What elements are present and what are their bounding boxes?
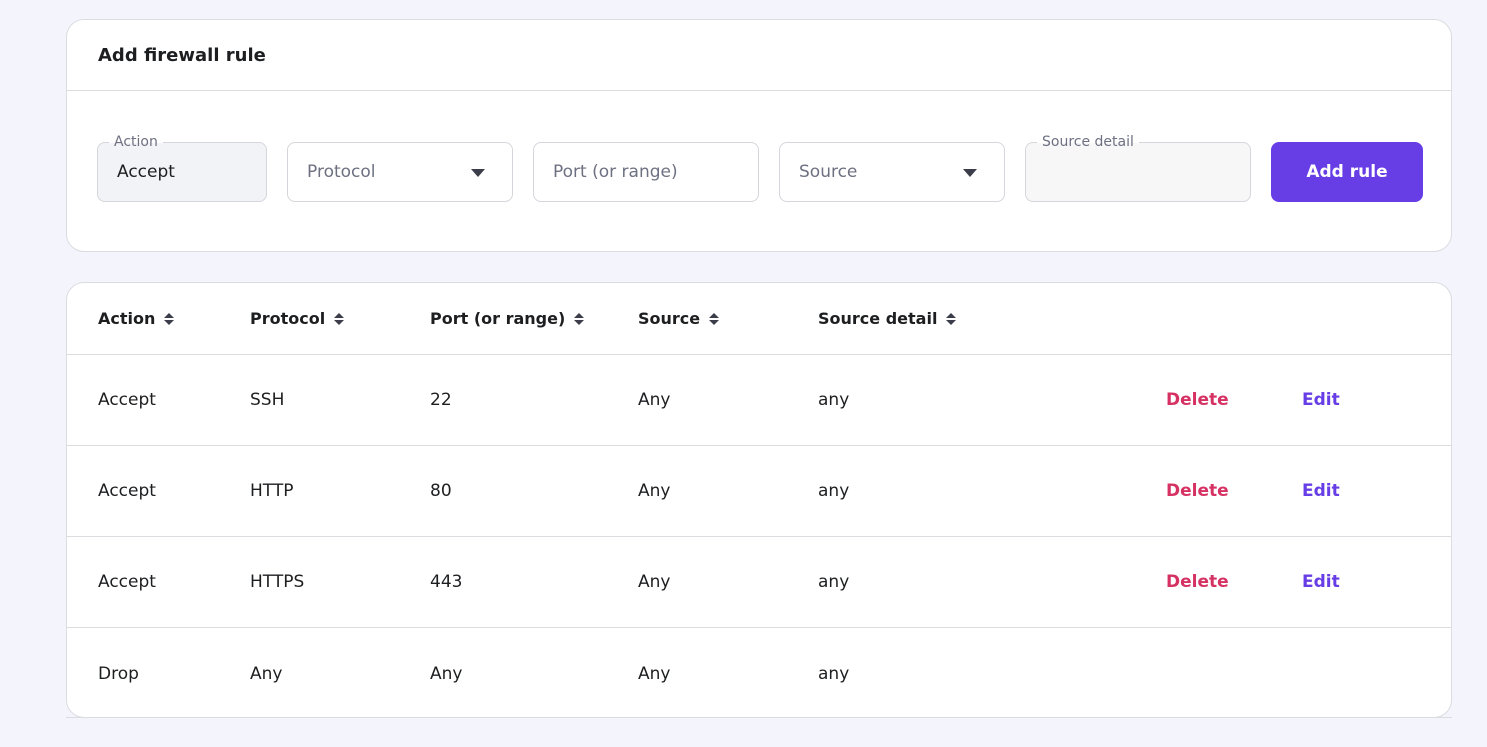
- port-input-placeholder: Port (or range): [553, 162, 678, 182]
- cell-action: Accept: [98, 390, 156, 410]
- sort-icon: [334, 312, 345, 325]
- cell-port: Any: [430, 663, 463, 684]
- header-source[interactable]: Source: [638, 283, 720, 354]
- source-detail-label: Source detail: [1037, 133, 1139, 151]
- cell-source: Any: [638, 572, 671, 592]
- header-label: Action: [98, 309, 156, 328]
- cell-source: Any: [638, 663, 671, 684]
- header-source-detail[interactable]: Source detail: [818, 283, 957, 354]
- sort-icon: [709, 312, 720, 325]
- cell-port: 443: [430, 572, 463, 592]
- table-row: Accept HTTPS 443 Any any Delete Edit: [67, 537, 1451, 628]
- header-label: Source: [638, 309, 701, 328]
- source-detail-input[interactable]: Source detail: [1025, 133, 1251, 202]
- action-field[interactable]: Action Accept: [97, 133, 267, 202]
- header-label: Port (or range): [430, 309, 566, 328]
- header-port[interactable]: Port (or range): [430, 283, 585, 354]
- add-rule-form: Action Accept Protocol Port (or range) S…: [67, 133, 1451, 202]
- table-header-row: Action Protocol Port (or range) Source S…: [67, 283, 1451, 355]
- sort-icon: [164, 312, 175, 325]
- cell-source-detail: any: [818, 572, 850, 592]
- cell-source: Any: [638, 390, 671, 410]
- table-row: Drop Any Any Any any: [67, 628, 1451, 717]
- cell-source-detail: any: [818, 481, 850, 501]
- cell-action: Accept: [98, 481, 156, 501]
- table-row: Accept HTTP 80 Any any Delete Edit: [67, 446, 1451, 537]
- cell-source-detail: any: [818, 390, 850, 410]
- cell-protocol: Any: [250, 663, 283, 684]
- firewall-rules-table: Action Protocol Port (or range) Source S…: [66, 282, 1452, 718]
- add-firewall-rule-card: Add firewall rule Action Accept Protocol…: [66, 19, 1452, 252]
- cell-protocol: SSH: [250, 390, 285, 410]
- action-field-value: Accept: [117, 162, 175, 182]
- table-row: Accept SSH 22 Any any Delete Edit: [67, 355, 1451, 446]
- cell-protocol: HTTPS: [250, 572, 305, 592]
- port-input[interactable]: Port (or range): [533, 142, 759, 202]
- delete-rule-button[interactable]: Delete: [1166, 446, 1229, 536]
- chevron-down-icon: [963, 169, 977, 177]
- cell-source-detail: any: [818, 663, 850, 684]
- header-action[interactable]: Action: [98, 283, 175, 354]
- edit-rule-button[interactable]: Edit: [1302, 537, 1340, 627]
- chevron-down-icon: [471, 169, 485, 177]
- source-select[interactable]: Source: [779, 142, 1005, 202]
- cell-action: Accept: [98, 572, 156, 592]
- cell-protocol: HTTP: [250, 481, 294, 501]
- delete-rule-button[interactable]: Delete: [1166, 537, 1229, 627]
- cell-port: 80: [430, 481, 452, 501]
- delete-rule-button[interactable]: Delete: [1166, 355, 1229, 445]
- edit-rule-button[interactable]: Edit: [1302, 446, 1340, 536]
- cell-port: 22: [430, 390, 452, 410]
- header-label: Protocol: [250, 309, 326, 328]
- cell-action: Drop: [98, 663, 139, 684]
- header-label: Source detail: [818, 309, 938, 328]
- sort-icon: [946, 312, 957, 325]
- header-protocol[interactable]: Protocol: [250, 283, 345, 354]
- card-title: Add firewall rule: [67, 20, 1451, 91]
- cell-source: Any: [638, 481, 671, 501]
- table-bottom-divider: [66, 717, 1452, 718]
- sort-icon: [574, 312, 585, 325]
- add-rule-button[interactable]: Add rule: [1271, 142, 1423, 202]
- source-select-placeholder: Source: [799, 162, 858, 182]
- edit-rule-button[interactable]: Edit: [1302, 355, 1340, 445]
- protocol-select[interactable]: Protocol: [287, 142, 513, 202]
- protocol-select-placeholder: Protocol: [307, 162, 376, 182]
